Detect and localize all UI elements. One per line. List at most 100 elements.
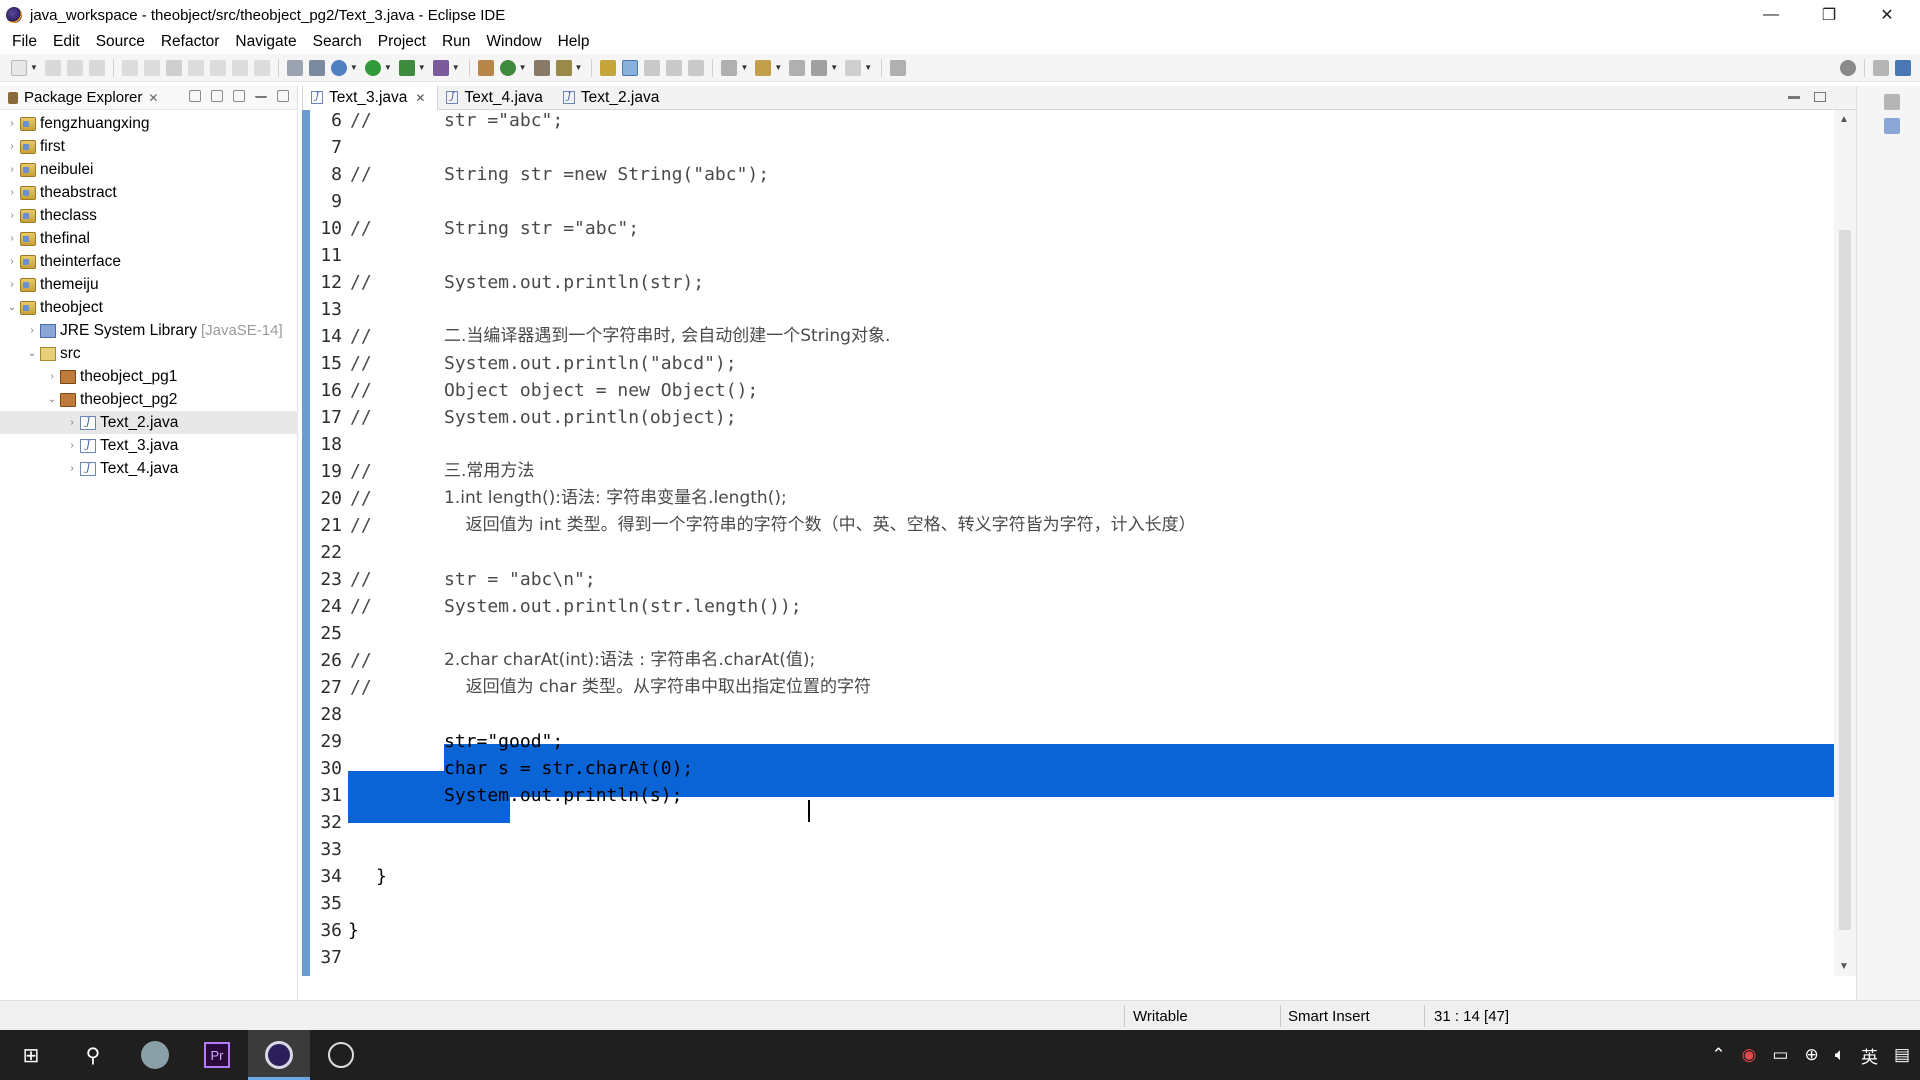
menu-edit[interactable]: Edit — [45, 33, 88, 51]
chevron-down-icon[interactable]: ▼ — [384, 63, 392, 72]
chevron-down-icon[interactable]: ⌄ — [46, 394, 58, 405]
chevron-right-icon[interactable]: › — [6, 279, 18, 290]
step-return-icon[interactable] — [253, 59, 270, 76]
minimize-view-icon[interactable] — [255, 90, 267, 98]
notification-icon[interactable]: ▤ — [1894, 1045, 1910, 1065]
undo-icon[interactable] — [121, 59, 138, 76]
chevron-down-icon[interactable]: ▼ — [740, 63, 748, 72]
step-over-icon[interactable] — [231, 59, 248, 76]
run-icon[interactable] — [364, 59, 381, 76]
tree-item-src[interactable]: ⌄ src — [0, 342, 298, 365]
redo-icon[interactable] — [143, 59, 160, 76]
package-explorer-title[interactable]: Package Explorer — [24, 89, 142, 106]
start-button[interactable]: ⊞ — [0, 1030, 62, 1080]
tree-item-package[interactable]: › theobject_pg1 — [0, 365, 298, 388]
chevron-right-icon[interactable]: › — [6, 118, 18, 129]
menu-source[interactable]: Source — [88, 33, 153, 51]
toggle-icon[interactable] — [286, 59, 303, 76]
chevron-right-icon[interactable]: › — [66, 440, 78, 451]
back-icon[interactable] — [811, 59, 828, 76]
skip-icon[interactable] — [187, 59, 204, 76]
view-menu-icon[interactable] — [233, 90, 245, 102]
coverage-icon[interactable] — [398, 59, 415, 76]
taskbar-eclipse[interactable] — [248, 1030, 310, 1080]
chevron-right-icon[interactable]: › — [6, 187, 18, 198]
tree-item-project[interactable]: ⌄ theobject — [0, 296, 298, 319]
annotation-icon[interactable] — [600, 59, 617, 76]
chevron-right-icon[interactable]: › — [6, 233, 18, 244]
chevron-up-icon[interactable]: ▲ — [1839, 114, 1849, 125]
menu-refactor[interactable]: Refactor — [153, 33, 228, 51]
new-java-class-icon[interactable] — [499, 59, 516, 76]
java-perspective-icon[interactable] — [1895, 60, 1911, 76]
tree-item-project[interactable]: › neibulei — [0, 158, 298, 181]
link-with-editor-icon[interactable] — [211, 90, 223, 102]
menu-file[interactable]: File — [4, 33, 45, 51]
tree-item-package[interactable]: ⌄ theobject_pg2 — [0, 388, 298, 411]
tree-item-project[interactable]: › thefinal — [0, 227, 298, 250]
chevron-right-icon[interactable]: › — [6, 210, 18, 221]
chevron-down-icon[interactable]: ▼ — [519, 63, 527, 72]
chevron-right-icon[interactable]: › — [66, 463, 78, 474]
chevron-down-icon[interactable]: ⌄ — [26, 348, 38, 359]
chevron-up-icon[interactable]: ⌃ — [1711, 1045, 1725, 1065]
maximize-view-icon[interactable] — [277, 90, 289, 102]
menu-navigate[interactable]: Navigate — [227, 33, 304, 51]
tree-item-jre-library[interactable]: › JRE System Library [JavaSE-14] — [0, 319, 298, 342]
chevron-right-icon[interactable]: › — [6, 164, 18, 175]
tree-item-java-file[interactable]: › J Text_3.java — [0, 434, 298, 457]
stop-icon[interactable] — [165, 59, 182, 76]
chevron-right-icon[interactable]: › — [6, 256, 18, 267]
taskbar-app-2[interactable] — [310, 1030, 372, 1080]
next-annotation-icon[interactable] — [721, 59, 738, 76]
forward-icon[interactable] — [845, 59, 862, 76]
minimize-editor-icon[interactable] — [1788, 96, 1800, 99]
mark-occurrences-icon[interactable] — [622, 59, 639, 76]
tab-text-4[interactable]: J Text_4.java — [438, 86, 554, 110]
tree-item-java-file[interactable]: › J Text_2.java — [0, 411, 298, 434]
external-tools-icon[interactable] — [432, 59, 449, 76]
menu-search[interactable]: Search — [305, 33, 370, 51]
battery-icon[interactable]: ▭ — [1772, 1045, 1788, 1065]
close-icon[interactable]: ✕ — [415, 91, 425, 105]
taskbar-search-button[interactable]: ⚲ — [62, 1030, 124, 1080]
search-icon[interactable] — [1840, 60, 1856, 76]
open-perspective-icon[interactable] — [1873, 60, 1889, 76]
last-edit-icon[interactable] — [789, 59, 806, 76]
chevron-down-icon[interactable]: ▼ — [418, 63, 426, 72]
chevron-down-icon[interactable]: ▼ — [350, 63, 358, 72]
scrollbar-thumb[interactable] — [1839, 230, 1851, 930]
pin-editor-icon[interactable] — [890, 59, 907, 76]
tab-text-2[interactable]: J Text_2.java — [555, 86, 671, 110]
minimize-button[interactable]: — — [1748, 0, 1794, 30]
save-all-icon[interactable] — [66, 59, 83, 76]
taskbar-app-1[interactable] — [124, 1030, 186, 1080]
antivirus-icon[interactable]: ◉ — [1742, 1045, 1757, 1065]
build-icon[interactable] — [308, 59, 325, 76]
search-icon[interactable] — [555, 59, 572, 76]
chevron-right-icon[interactable]: › — [26, 325, 38, 336]
save-icon[interactable] — [44, 59, 61, 76]
tab-text-3[interactable]: J Text_3.java ✕ — [302, 85, 439, 110]
chevron-down-icon[interactable]: ▼ — [452, 63, 460, 72]
tree-item-project[interactable]: › theinterface — [0, 250, 298, 273]
step-into-icon[interactable] — [209, 59, 226, 76]
new-java-package-icon[interactable] — [477, 59, 494, 76]
maximize-editor-icon[interactable] — [1814, 92, 1826, 102]
tree-item-project[interactable]: › fengzhuangxing — [0, 112, 298, 135]
editor-scrollbar[interactable]: ▲ ▼ — [1834, 110, 1856, 976]
restore-icon[interactable] — [1884, 94, 1900, 110]
input-method-icon[interactable]: 英 — [1861, 1043, 1878, 1068]
tree-item-project[interactable]: › first — [0, 135, 298, 158]
tree-item-project[interactable]: › theclass — [0, 204, 298, 227]
debug-icon[interactable] — [330, 59, 347, 76]
chevron-down-icon[interactable]: ⌄ — [6, 302, 18, 313]
block-selection-icon[interactable] — [644, 59, 661, 76]
collapse-all-icon[interactable] — [189, 90, 201, 102]
chevron-right-icon[interactable]: › — [46, 371, 58, 382]
close-button[interactable]: ✕ — [1864, 0, 1910, 30]
code-area[interactable]: 6 // str ="abc"; 7 8 // String str =new Stri… — [302, 110, 1856, 976]
chevron-down-icon[interactable]: ▼ — [830, 63, 838, 72]
open-type-icon[interactable] — [533, 59, 550, 76]
show-whitespace-icon[interactable] — [666, 59, 683, 76]
